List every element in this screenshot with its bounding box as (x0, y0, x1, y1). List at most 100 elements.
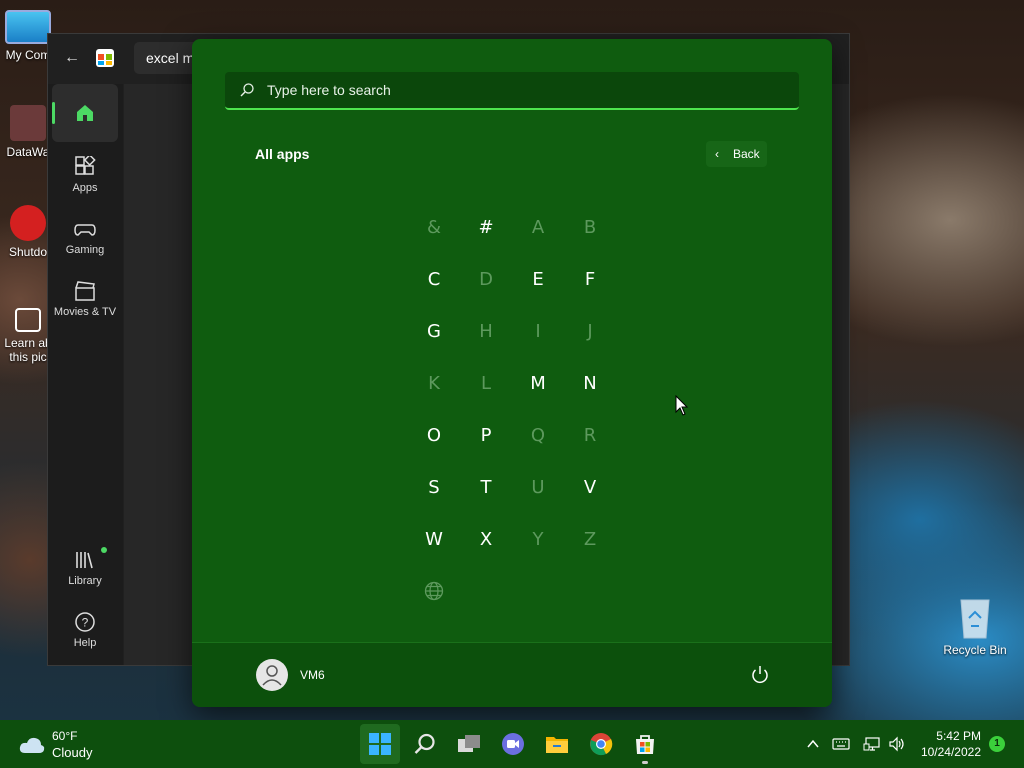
chevron-up-icon[interactable] (806, 737, 820, 751)
task-view-button[interactable] (449, 724, 489, 764)
nav-movies-tv[interactable]: Movies & TV (52, 270, 118, 328)
jump-letter-j: J (587, 321, 593, 342)
jump-letter-hash[interactable]: # (460, 202, 512, 254)
svg-text:?: ? (82, 616, 89, 630)
chrome-icon (590, 733, 613, 756)
jump-letter-f[interactable]: F (564, 254, 616, 306)
picture-info-icon (15, 308, 41, 332)
recycle-bin-label: Recycle Bin (943, 643, 1007, 657)
power-icon[interactable] (748, 663, 772, 687)
start-search-input[interactable]: Type here to search (225, 72, 799, 110)
library-books-icon (76, 552, 93, 569)
jump-letter-t[interactable]: T (460, 462, 512, 514)
all-apps-title: All apps (255, 146, 310, 162)
nav-label: Apps (72, 182, 98, 194)
file-explorer-button[interactable] (537, 724, 577, 764)
nav-help[interactable]: ? Help (52, 601, 118, 659)
nav-library[interactable]: Library (52, 539, 118, 597)
help-icon: ? (75, 612, 95, 632)
taskbar: 60°F Cloudy 5:42 PM 10/24/2022 1 (0, 720, 1024, 768)
taskbar-search-button[interactable] (405, 724, 445, 764)
teams-chat-icon (502, 733, 524, 755)
jump-letter-s[interactable]: S (408, 462, 460, 514)
clock-date: 10/24/2022 (920, 745, 981, 759)
network-icon[interactable] (863, 736, 881, 752)
user-avatar[interactable] (256, 659, 288, 691)
back-arrow-icon[interactable]: ← (62, 48, 82, 68)
cloud-icon (19, 737, 45, 753)
globe-icon[interactable] (424, 581, 444, 601)
jump-letter-n[interactable]: N (564, 358, 616, 410)
weather-condition: Cloudy (52, 745, 93, 760)
nav-label: Help (73, 637, 97, 649)
nav-label: Library (68, 575, 102, 587)
windows-start-icon (369, 733, 391, 755)
store-logo-icon (96, 49, 114, 67)
monitor-icon (5, 10, 51, 44)
jump-letter-y: Y (532, 529, 544, 550)
chevron-left-icon: ‹ (715, 147, 719, 161)
desktop-icon-label: DataWa (6, 145, 50, 159)
jump-letter-b: B (583, 217, 597, 238)
search-placeholder: Type here to search (267, 82, 391, 98)
jump-letter-a: A (531, 217, 545, 238)
desktop-icon-label: My Com (5, 48, 51, 62)
back-label: Back (733, 147, 760, 161)
desktop-icon-label: Shutdo (8, 245, 48, 259)
desktop-icon-label: Learn ab this pic (4, 336, 52, 364)
store-sidebar: Apps Gaming Movies & TV Library ? Help (48, 84, 123, 665)
shortcut-icon (10, 105, 46, 141)
jump-letter-g[interactable]: G (408, 306, 460, 358)
jump-letter-ampersand: & (426, 217, 442, 238)
nav-home[interactable] (52, 84, 118, 142)
home-icon (77, 105, 93, 121)
search-icon (240, 83, 254, 97)
nav-apps[interactable]: Apps (52, 146, 118, 204)
jump-letter-m[interactable]: M (512, 358, 564, 410)
jump-letter-l: L (480, 373, 492, 394)
apps-grid-icon (75, 156, 96, 175)
user-name[interactable]: VM6 (300, 643, 325, 707)
file-explorer-icon (546, 737, 568, 753)
chrome-button[interactable] (581, 724, 621, 764)
desktop-icon-recycle-bin[interactable]: Recycle Bin (940, 596, 1010, 657)
jump-letter-k: K (428, 373, 440, 394)
running-indicator (642, 761, 648, 764)
jump-letter-w[interactable]: W (408, 514, 460, 566)
system-tray (800, 720, 920, 768)
jump-letter-c[interactable]: C (408, 254, 460, 306)
start-menu: Type here to search All apps ‹ Back & # A B… (192, 39, 832, 707)
jump-letter-p[interactable]: P (460, 410, 512, 462)
search-icon (414, 733, 435, 754)
volume-icon[interactable] (888, 736, 906, 752)
start-button[interactable] (360, 724, 400, 764)
microsoft-store-button[interactable] (625, 724, 665, 764)
jump-letter-d: D (479, 269, 493, 290)
power-shutdown-icon (10, 205, 46, 241)
jump-letter-x[interactable]: X (460, 514, 512, 566)
jump-letter-o[interactable]: O (408, 410, 460, 462)
jump-letter-i: I (535, 321, 541, 342)
user-icon (262, 665, 282, 686)
nav-label: Movies & TV (53, 306, 117, 318)
clock-time: 5:42 PM (936, 729, 981, 743)
jump-letter-e[interactable]: E (512, 254, 564, 306)
mouse-cursor-icon (675, 395, 689, 416)
jump-letter-q: Q (530, 425, 546, 446)
notification-badge[interactable]: 1 (989, 736, 1005, 752)
back-button[interactable]: ‹ Back (706, 141, 767, 167)
weather-temperature: 60°F (52, 729, 78, 743)
jump-letter-r: R (583, 425, 597, 446)
clock[interactable]: 5:42 PM 10/24/2022 (915, 728, 981, 760)
teams-chat-button[interactable] (493, 724, 533, 764)
keyboard-icon[interactable] (832, 737, 850, 751)
jump-letter-u: U (531, 477, 545, 498)
jump-letter-z: Z (583, 529, 597, 550)
clapperboard-icon (75, 281, 95, 301)
start-footer: VM6 (192, 642, 832, 707)
nav-gaming[interactable]: Gaming (52, 208, 118, 266)
nav-label: Gaming (65, 244, 105, 256)
update-indicator-dot (101, 547, 107, 553)
jump-letter-v[interactable]: V (564, 462, 616, 514)
jump-letter-h: H (479, 321, 493, 342)
